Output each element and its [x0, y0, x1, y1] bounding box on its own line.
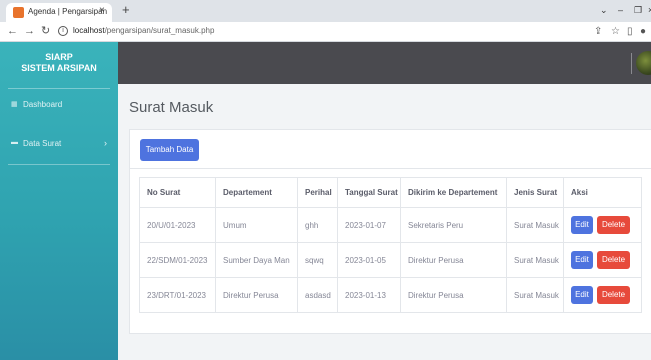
- sidebar-item-label: Dashboard: [23, 100, 63, 109]
- arrow-right-icon[interactable]: →: [24, 25, 35, 38]
- reload-icon[interactable]: ↻: [41, 25, 50, 38]
- sidebar-item-label: Data Surat: [23, 139, 62, 148]
- cell-dikirim: Direktur Perusa: [400, 242, 507, 278]
- sidebar-icon[interactable]: ▯: [627, 25, 633, 38]
- dashboard-icon: ▦: [11, 101, 18, 108]
- add-data-button[interactable]: Tambah Data: [140, 139, 199, 161]
- cell-aksi: Edit Delete: [563, 242, 642, 278]
- edit-button[interactable]: Edit: [571, 251, 593, 269]
- sidebar-item-data-surat[interactable]: ▬ Data Surat ›: [0, 136, 118, 152]
- column-header[interactable]: Departement: [215, 177, 298, 208]
- url-input[interactable]: i localhost/pengarsipan/surat_masuk.php: [58, 25, 578, 39]
- cell-tanggal: 2023-01-07: [337, 207, 401, 243]
- minimize-icon[interactable]: –: [618, 4, 623, 16]
- cell-aksi: Edit Delete: [563, 277, 642, 313]
- data-table: No Surat Departement Perihal Tanggal Sur…: [139, 177, 642, 313]
- tab-close-icon[interactable]: ×: [99, 6, 105, 16]
- topbar-divider: [631, 53, 632, 74]
- avatar[interactable]: [636, 51, 651, 75]
- topbar: [118, 42, 651, 84]
- maximize-icon[interactable]: ❐: [634, 4, 642, 16]
- cell-dikirim: Sekretaris Peru: [400, 207, 507, 243]
- cell-perihal: sqwq: [297, 242, 338, 278]
- sidebar-divider: [8, 164, 110, 165]
- tab-title: Agenda | Pengarsipan: [28, 7, 108, 16]
- column-header[interactable]: Dikirim ke Departement: [400, 177, 507, 208]
- cell-dikirim: Direktur Perusa: [400, 277, 507, 313]
- table-row: 20/U/01-2023 Umum ghh 2023-01-07 Sekreta…: [139, 207, 642, 243]
- cell-departement: Umum: [215, 207, 298, 243]
- edit-button[interactable]: Edit: [571, 216, 593, 234]
- cell-tanggal: 2023-01-13: [337, 277, 401, 313]
- sidebar-divider: [8, 88, 110, 89]
- table-row: 23/DRT/01-2023 Direktur Perusa asdasd 20…: [139, 277, 642, 313]
- cell-tanggal: 2023-01-05: [337, 242, 401, 278]
- url-text: localhost/pengarsipan/surat_masuk.php: [73, 26, 215, 35]
- brand[interactable]: SIARP SISTEM ARSIPAN: [0, 52, 118, 74]
- star-icon[interactable]: ☆: [611, 25, 620, 38]
- delete-button[interactable]: Delete: [597, 251, 630, 269]
- page-title: Surat Masuk: [129, 99, 214, 116]
- table-row: 22/SDM/01-2023 Sumber Daya Man sqwq 2023…: [139, 242, 642, 278]
- chevron-right-icon: ›: [104, 138, 107, 148]
- tab-search-icon[interactable]: ⌄: [600, 4, 608, 16]
- new-tab-button[interactable]: +: [122, 3, 130, 17]
- delete-button[interactable]: Delete: [597, 216, 630, 234]
- share-icon[interactable]: ⇪: [594, 25, 602, 38]
- brand-subtitle: SISTEM ARSIPAN: [21, 63, 97, 73]
- edit-button[interactable]: Edit: [571, 286, 593, 304]
- arrow-left-icon[interactable]: ←: [7, 25, 18, 38]
- favicon-icon: [13, 7, 24, 18]
- card-header: Tambah Data: [129, 129, 651, 169]
- sidebar: SIARP SISTEM ARSIPAN ▦ Dashboard ▬ Data …: [0, 42, 118, 360]
- browser-tab[interactable]: Agenda | Pengarsipan ×: [6, 3, 112, 22]
- cell-jenis: Surat Masuk: [506, 242, 564, 278]
- cell-departement: Sumber Daya Man: [215, 242, 298, 278]
- cell-jenis: Surat Masuk: [506, 277, 564, 313]
- cell-no-surat: 20/U/01-2023: [139, 207, 216, 243]
- column-header[interactable]: No Surat: [139, 177, 216, 208]
- cell-aksi: Edit Delete: [563, 207, 642, 243]
- sidebar-item-dashboard[interactable]: ▦ Dashboard: [0, 97, 118, 113]
- column-header: Aksi: [563, 177, 642, 208]
- folder-icon: ▬: [11, 139, 18, 146]
- cell-no-surat: 23/DRT/01-2023: [139, 277, 216, 313]
- info-icon[interactable]: i: [58, 26, 68, 36]
- cell-perihal: asdasd: [297, 277, 338, 313]
- table-header-row: No Surat Departement Perihal Tanggal Sur…: [139, 177, 642, 208]
- column-header[interactable]: Tanggal Surat: [337, 177, 401, 208]
- profile-icon[interactable]: ●: [640, 25, 646, 38]
- browser-tabstrip: Agenda | Pengarsipan × + ⌄ – ❐ ×: [0, 0, 651, 22]
- cell-no-surat: 22/SDM/01-2023: [139, 242, 216, 278]
- cell-jenis: Surat Masuk: [506, 207, 564, 243]
- cell-perihal: ghh: [297, 207, 338, 243]
- card-body: No Surat Departement Perihal Tanggal Sur…: [129, 169, 651, 334]
- brand-title: SIARP: [45, 52, 73, 62]
- column-header[interactable]: Jenis Surat: [506, 177, 564, 208]
- address-bar: ← → ↻ i localhost/pengarsipan/surat_masu…: [0, 22, 651, 42]
- column-header[interactable]: Perihal: [297, 177, 338, 208]
- cell-departement: Direktur Perusa: [215, 277, 298, 313]
- delete-button[interactable]: Delete: [597, 286, 630, 304]
